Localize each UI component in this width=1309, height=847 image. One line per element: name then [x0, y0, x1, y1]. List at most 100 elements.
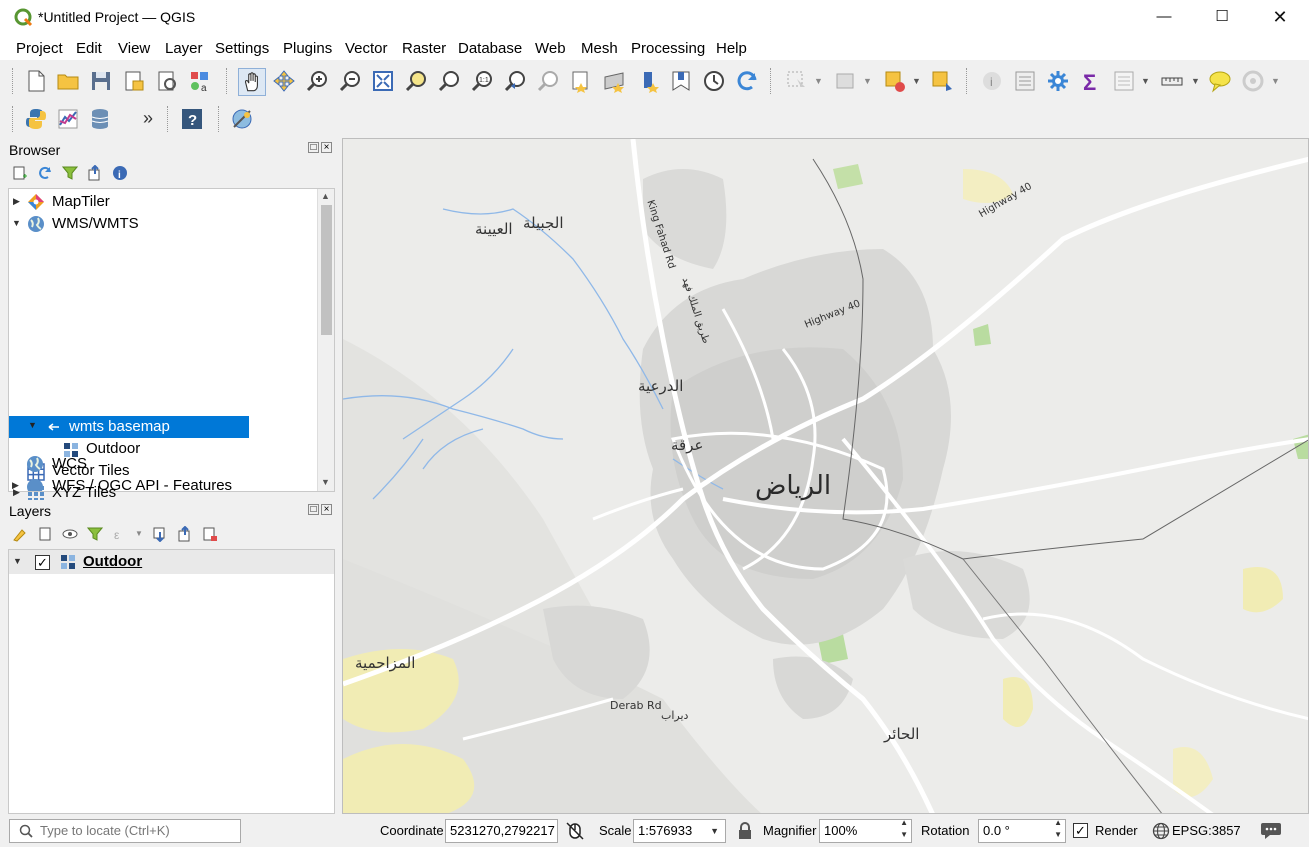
zoom-next-icon[interactable] — [536, 69, 560, 93]
browser-item-wcs[interactable]: WCS — [52, 453, 87, 475]
rotation-spinbox[interactable]: 0.0 ° ▲ ▼ — [978, 817, 1066, 843]
close-window-button[interactable]: ✕ — [1251, 0, 1309, 36]
spin-arrows-icon[interactable]: ▲ ▼ — [900, 817, 908, 841]
map-tips-icon[interactable] — [1208, 69, 1232, 93]
spatial-bookmark-icon[interactable] — [669, 69, 693, 93]
menu-plugins[interactable]: Plugins — [283, 40, 332, 57]
menu-layer[interactable]: Layer — [165, 40, 203, 57]
georeferencer-icon[interactable] — [230, 107, 254, 131]
menu-project[interactable]: Project — [16, 40, 63, 57]
menu-view[interactable]: View — [118, 40, 150, 57]
collapse-arrow-icon[interactable]: ▼ — [28, 420, 37, 430]
scrollbar-thumb[interactable] — [321, 205, 332, 335]
scroll-up-icon[interactable]: ▲ — [321, 191, 330, 201]
processing-toolbox-icon[interactable] — [1046, 69, 1070, 93]
layer-visibility-checkbox[interactable]: ✓ — [35, 555, 50, 570]
zoom-to-selection-icon[interactable] — [404, 69, 428, 93]
close-panel-icon[interactable]: × — [321, 142, 332, 153]
new-bookmark-icon[interactable] — [569, 69, 593, 93]
menu-raster[interactable]: Raster — [402, 40, 446, 57]
scale-select[interactable]: 1:576933 ▼ — [633, 819, 726, 843]
layout-manager-icon[interactable] — [155, 69, 179, 93]
expand-arrow-icon[interactable]: ▶ — [12, 480, 19, 491]
collapse-all-icon[interactable] — [87, 165, 103, 181]
zoom-out-icon[interactable] — [338, 69, 362, 93]
magnifier-spinbox[interactable]: 100% ▲ ▼ — [819, 817, 912, 843]
measure-icon[interactable] — [1160, 69, 1184, 93]
menu-edit[interactable]: Edit — [76, 40, 102, 57]
select-by-location-icon[interactable] — [883, 69, 907, 93]
expand-arrow-icon[interactable]: ▶ — [13, 196, 20, 207]
menu-help[interactable]: Help — [716, 40, 747, 57]
browser-item-wms[interactable]: WMS/WMTS — [52, 213, 139, 235]
new-map-view-icon[interactable] — [639, 69, 663, 93]
layer-styling-icon[interactable] — [12, 526, 28, 542]
browser-item-wmts-basemap[interactable]: ▼ wmts basemap — [9, 416, 249, 438]
zoom-native-icon[interactable]: 1:1 — [470, 69, 494, 93]
open-field-calculator-icon[interactable] — [1013, 69, 1037, 93]
minimize-button[interactable]: — — [1135, 0, 1193, 36]
filter-legend-icon[interactable] — [87, 526, 103, 542]
select-features-icon[interactable] — [785, 69, 809, 93]
menu-web[interactable]: Web — [535, 40, 566, 57]
menu-vector[interactable]: Vector — [345, 40, 388, 57]
menu-mesh[interactable]: Mesh — [581, 40, 618, 57]
touch-zoom-icon[interactable] — [1241, 69, 1265, 93]
map-canvas[interactable]: الرياض الدرعية عرقة الجبيلة العيينة المز… — [342, 138, 1309, 814]
plugin-chart-icon[interactable] — [56, 107, 80, 131]
open-project-icon[interactable] — [56, 69, 80, 93]
pan-icon[interactable] — [238, 68, 266, 96]
temporal-controller-icon[interactable] — [702, 69, 726, 93]
menu-settings[interactable]: Settings — [215, 40, 269, 57]
float-panel-icon[interactable]: □ — [308, 504, 319, 515]
browser-scrollbar[interactable]: ▲ ▼ — [317, 189, 334, 491]
statistics-sum-icon[interactable]: Σ — [1079, 69, 1103, 93]
remove-layer-icon[interactable] — [202, 526, 218, 542]
new-print-layout-icon[interactable] — [122, 69, 146, 93]
maximize-button[interactable]: ☐ — [1193, 0, 1251, 36]
new-project-icon[interactable] — [24, 69, 48, 93]
info-icon[interactable]: i — [112, 165, 128, 181]
browser-item-wfs-row[interactable]: ▶ WFS / OGC API - Features — [9, 475, 318, 491]
expand-all-icon[interactable] — [152, 526, 168, 542]
zoom-in-icon[interactable] — [305, 69, 329, 93]
identify-icon[interactable]: i — [980, 69, 1004, 93]
float-panel-icon[interactable]: □ — [308, 142, 319, 153]
menu-processing[interactable]: Processing — [631, 40, 705, 57]
filter-expression-icon[interactable]: ε — [112, 526, 128, 542]
spin-arrows-icon[interactable]: ▲ ▼ — [1054, 817, 1062, 841]
save-project-icon[interactable] — [89, 69, 113, 93]
attribute-form-icon[interactable] — [1112, 69, 1136, 93]
add-selected-layers-icon[interactable] — [12, 165, 28, 181]
refresh-browser-icon[interactable] — [37, 165, 53, 181]
zoom-last-icon[interactable] — [503, 69, 527, 93]
close-panel-icon[interactable]: × — [321, 504, 332, 515]
lock-scale-icon[interactable] — [737, 822, 753, 840]
render-checkbox[interactable]: ✓ — [1073, 823, 1088, 838]
coordinate-field[interactable]: 5231270,2792217 — [445, 819, 558, 843]
filter-browser-icon[interactable] — [62, 165, 78, 181]
crs-globe-icon[interactable] — [1152, 822, 1170, 840]
zoom-full-icon[interactable] — [371, 69, 395, 93]
style-manager-icon[interactable]: a — [188, 69, 212, 93]
db-manager-icon[interactable] — [89, 107, 113, 131]
refresh-icon[interactable] — [735, 69, 759, 93]
more-chevron-icon[interactable]: » — [143, 108, 153, 129]
deselect-icon[interactable] — [834, 69, 858, 93]
layer-row-outdoor[interactable]: ▼ ✓ Outdoor — [9, 550, 334, 574]
collapse-all-icon[interactable] — [177, 526, 193, 542]
pan-to-selection-icon[interactable] — [272, 69, 296, 93]
show-bookmarks-icon[interactable] — [602, 69, 626, 93]
manage-map-themes-icon[interactable] — [62, 526, 78, 542]
scroll-down-icon[interactable]: ▼ — [321, 477, 330, 487]
menu-database[interactable]: Database — [458, 40, 522, 57]
add-group-icon[interactable] — [37, 526, 53, 542]
locator-search-input[interactable]: Type to locate (Ctrl+K) — [9, 819, 241, 843]
python-console-icon[interactable] — [24, 107, 48, 131]
collapse-arrow-icon[interactable]: ▼ — [12, 218, 21, 228]
help-icon[interactable]: ? — [180, 107, 204, 131]
browser-item-outdoor[interactable]: Outdoor — [86, 438, 140, 460]
browser-item-maptiler[interactable]: MapTiler — [52, 191, 110, 213]
toggle-extents-mouse-icon[interactable] — [565, 821, 585, 841]
crs-label[interactable]: EPSG:3857 — [1172, 823, 1241, 838]
